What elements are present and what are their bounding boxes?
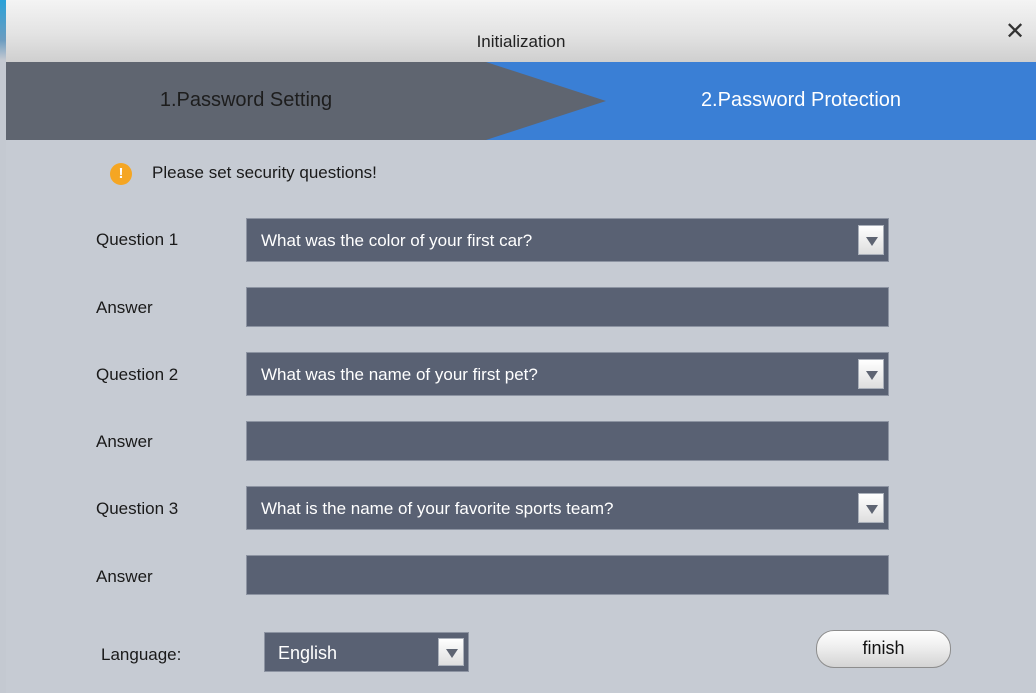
window-title: Initialization (476, 32, 566, 51)
question-2-value: What was the name of your first pet? (261, 365, 538, 384)
title-bar[interactable]: Initialization ✕ (6, 0, 1036, 63)
question-2-dropdown-button[interactable] (858, 359, 884, 389)
question-3-value: What is the name of your favorite sports… (261, 499, 614, 518)
question-2-select[interactable]: What was the name of your first pet? (246, 352, 889, 396)
language-select[interactable]: English (264, 632, 469, 672)
question-1-label: Question 1 (96, 230, 179, 249)
language-dropdown-button[interactable] (438, 638, 464, 666)
answer-3-label: Answer (96, 567, 153, 586)
answer-1-input[interactable] (246, 287, 889, 327)
language-value: English (278, 643, 338, 663)
warning-icon: ! (110, 163, 132, 185)
chevron-down-icon (866, 237, 878, 246)
question-1-dropdown-button[interactable] (858, 225, 884, 255)
initialization-dialog: Initialization ✕ 1.Password Setting 2.Pa… (6, 0, 1036, 693)
question-3-select[interactable]: What is the name of your favorite sports… (246, 486, 889, 530)
question-2-label: Question 2 (96, 365, 179, 384)
answer-3-input[interactable] (246, 555, 889, 595)
step-password-setting: 1.Password Setting (159, 89, 333, 111)
finish-button[interactable]: finish (816, 630, 951, 668)
answer-2-input[interactable] (246, 421, 889, 461)
question-3-label: Question 3 (96, 499, 179, 518)
notice-text: Please set security questions! (152, 163, 377, 182)
answer-2-label: Answer (96, 432, 153, 451)
chevron-down-icon (866, 371, 878, 380)
chevron-down-icon (866, 505, 878, 514)
answer-1-label: Answer (96, 298, 153, 317)
language-label: Language: (101, 645, 182, 664)
question-1-select[interactable]: What was the color of your first car? (246, 218, 889, 262)
step-indicator: 1.Password Setting 2.Password Protection (6, 62, 1036, 140)
question-1-value: What was the color of your first car? (261, 231, 533, 250)
question-3-dropdown-button[interactable] (858, 493, 884, 523)
step-password-protection: 2.Password Protection (700, 89, 902, 111)
close-icon[interactable]: ✕ (1002, 19, 1028, 45)
chevron-down-icon (446, 649, 458, 658)
